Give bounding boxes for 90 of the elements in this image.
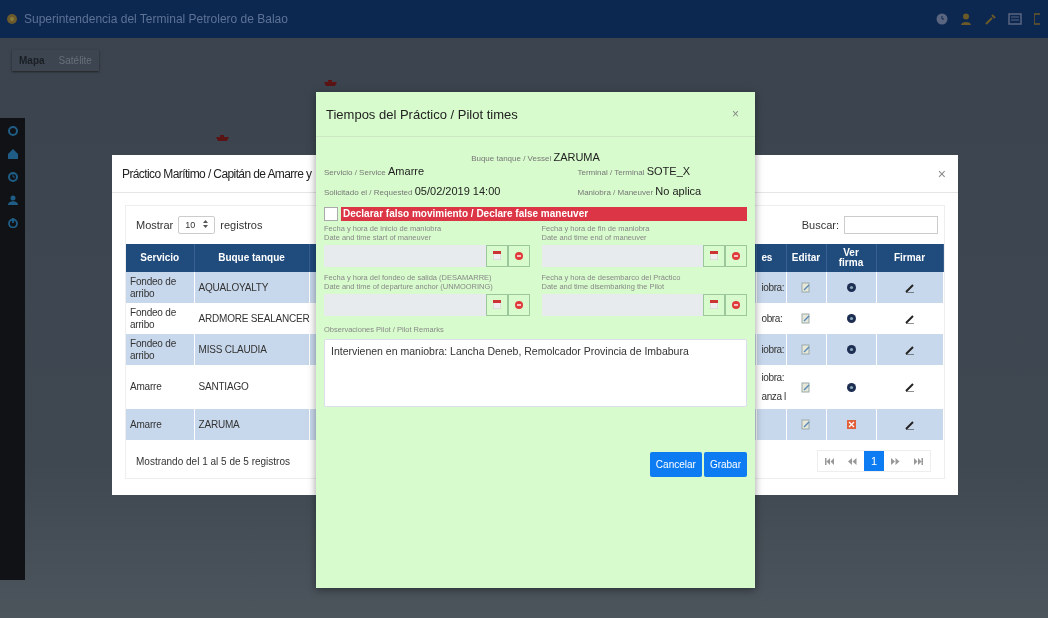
pen-icon[interactable] bbox=[904, 419, 915, 430]
field-label: Solicitado el / Requested bbox=[324, 188, 413, 197]
eye-icon[interactable] bbox=[846, 382, 856, 392]
field-value: ZARUMA bbox=[553, 151, 600, 163]
calendar-icon bbox=[710, 300, 718, 309]
eye-icon[interactable] bbox=[846, 314, 856, 323]
table-cell: iobra: bbox=[756, 272, 786, 303]
ship-marker-icon bbox=[324, 80, 337, 86]
dialog-title: Práctico Marítimo / Capitán de Amarre y bbox=[122, 166, 312, 181]
minus-circle-icon bbox=[732, 300, 740, 309]
edit-icon[interactable] bbox=[801, 313, 811, 324]
clear-button[interactable] bbox=[507, 244, 530, 267]
false-maneuver-label: Declarar falso movimiento / Declare false maneuver bbox=[341, 207, 747, 221]
pen-icon[interactable] bbox=[904, 282, 915, 293]
search-field[interactable] bbox=[844, 216, 938, 234]
field-label: Servicio / Service bbox=[324, 168, 386, 177]
page-button[interactable]: 1 bbox=[863, 451, 884, 471]
edit-icon[interactable] bbox=[801, 344, 811, 355]
calendar-icon bbox=[492, 251, 501, 261]
field-value: Amarre bbox=[388, 165, 425, 177]
calendar-icon bbox=[492, 300, 501, 309]
field-label: Maniobra / Maneuver bbox=[577, 188, 654, 197]
date-time-field[interactable] bbox=[324, 293, 486, 316]
table-cell: Amarre bbox=[126, 409, 194, 440]
field-label: Terminal / Terminal bbox=[577, 168, 645, 177]
dialog-button[interactable]: Cancelar bbox=[649, 451, 702, 477]
column-header: Firmar bbox=[876, 244, 943, 272]
card-icon[interactable] bbox=[1008, 13, 1022, 25]
dialog-title: Tiempos del Práctico / Pilot times bbox=[326, 106, 518, 122]
checkbox[interactable] bbox=[324, 207, 338, 221]
calendar-button[interactable] bbox=[485, 293, 508, 316]
logo-icon bbox=[6, 13, 18, 25]
minus-circle-icon bbox=[514, 251, 523, 260]
user-icon[interactable] bbox=[7, 195, 18, 205]
field-label: Buque tanque / Vessel bbox=[471, 154, 552, 163]
column-header: Buque tanque bbox=[194, 244, 309, 272]
close-button[interactable]: × bbox=[935, 165, 948, 182]
dialog-button[interactable]: Grabar bbox=[703, 451, 747, 477]
column-header: Servicio bbox=[126, 244, 194, 272]
minus-circle-icon bbox=[514, 300, 523, 309]
caret-icon bbox=[203, 220, 209, 228]
calendar-icon bbox=[710, 251, 718, 261]
power-icon[interactable] bbox=[7, 218, 18, 228]
field-value: No aplica bbox=[655, 185, 702, 197]
edit-icon[interactable] bbox=[801, 381, 811, 393]
panel-icon[interactable] bbox=[1034, 13, 1040, 25]
eye-icon[interactable] bbox=[846, 283, 856, 292]
refresh-icon[interactable] bbox=[7, 126, 18, 136]
remarks-textarea[interactable]: Intervienen en maniobra: Lancha Deneb, Remolcador Provincia de Imbabura bbox=[324, 338, 747, 407]
column-header: Ver firma bbox=[826, 244, 876, 272]
show-label: Mostrar bbox=[136, 219, 174, 231]
edit-icon[interactable] bbox=[801, 282, 811, 293]
pen-icon[interactable] bbox=[904, 382, 915, 392]
table-cell: Fondeo de arribo bbox=[126, 334, 194, 365]
table-cell: iobra: bbox=[756, 334, 786, 365]
calendar-button[interactable] bbox=[485, 244, 508, 267]
edit-icon[interactable] bbox=[801, 419, 811, 430]
field-value: 05/02/2019 14:00 bbox=[414, 185, 501, 197]
user-icon[interactable] bbox=[960, 13, 972, 25]
history-icon[interactable] bbox=[7, 172, 18, 182]
minus-circle-icon bbox=[732, 251, 740, 260]
clear-button[interactable] bbox=[507, 293, 530, 316]
wrench-icon[interactable] bbox=[984, 13, 996, 25]
ship-marker-icon bbox=[216, 135, 229, 141]
page-length-select[interactable]: 10 bbox=[178, 216, 216, 234]
clear-button[interactable] bbox=[725, 244, 747, 267]
close-button[interactable]: × bbox=[726, 106, 745, 122]
home-icon[interactable] bbox=[7, 149, 18, 159]
calendar-button[interactable] bbox=[703, 293, 725, 316]
table-cell: AQUALOYALTY bbox=[194, 272, 309, 303]
pen-icon[interactable] bbox=[904, 313, 915, 324]
records-label: registros bbox=[220, 219, 263, 231]
date-time-field[interactable] bbox=[541, 293, 703, 316]
table-cell: ZARUMA bbox=[194, 409, 309, 440]
date-time-field[interactable] bbox=[324, 244, 486, 267]
field-value: SOTE_X bbox=[646, 165, 691, 177]
app-title: Superintendencia del Terminal Petrolero de Balao bbox=[24, 12, 289, 26]
cross-icon[interactable] bbox=[846, 420, 856, 429]
calendar-button[interactable] bbox=[703, 244, 725, 267]
pen-icon[interactable] bbox=[904, 344, 915, 355]
table-info: Mostrando del 1 al 5 de 5 registros bbox=[136, 455, 290, 467]
date-time-field[interactable] bbox=[541, 244, 703, 267]
eye-icon[interactable] bbox=[846, 345, 856, 354]
table-cell: Fondeo de arribo bbox=[126, 272, 194, 303]
search-label: Buscar: bbox=[801, 219, 839, 231]
column-header: Editar bbox=[786, 244, 826, 272]
clear-button[interactable] bbox=[725, 293, 747, 316]
table-cell: MISS CLAUDIA bbox=[194, 334, 309, 365]
clock-icon[interactable] bbox=[936, 13, 948, 25]
column-header: es bbox=[756, 244, 786, 272]
